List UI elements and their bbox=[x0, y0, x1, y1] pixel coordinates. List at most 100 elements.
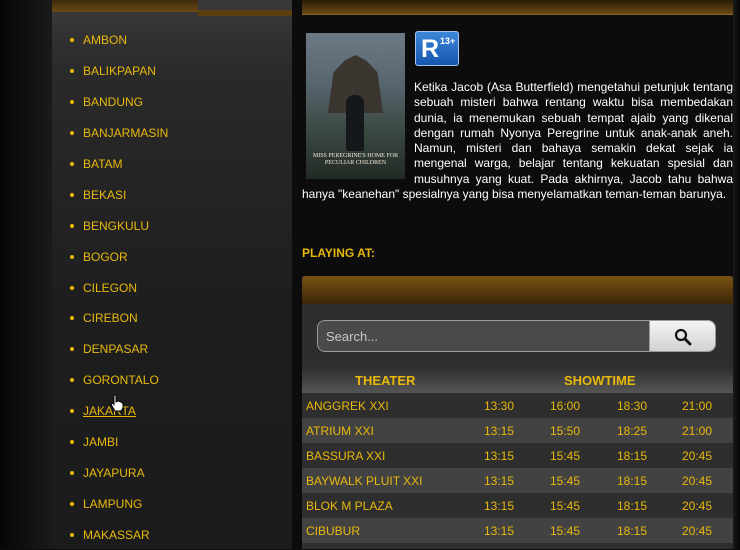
showtime-table: ANGGREK XXI 13:30 16:00 18:30 21:00 ATRIUM XX… bbox=[302, 393, 733, 543]
showtime[interactable]: 15:45 bbox=[550, 449, 580, 463]
city-item-gorontalo[interactable]: GORONTALO bbox=[52, 365, 292, 396]
city-item-bandung[interactable]: BANDUNG bbox=[52, 87, 292, 118]
city-item-ambon[interactable]: AMBON bbox=[52, 25, 292, 56]
city-link[interactable]: JAYAPURA bbox=[83, 466, 145, 480]
city-link[interactable]: CILEGON bbox=[83, 281, 137, 295]
theater-name[interactable]: BAYWALK PLUIT XXI bbox=[306, 474, 422, 488]
city-link[interactable]: JAMBI bbox=[83, 435, 118, 449]
table-row: CIBUBUR 13:15 15:45 18:15 20:45 bbox=[302, 518, 733, 543]
showtime[interactable]: 18:25 bbox=[617, 424, 647, 438]
city-link[interactable]: LAMPUNG bbox=[83, 497, 142, 511]
showtime[interactable]: 18:30 bbox=[617, 399, 647, 413]
movie-synopsis: Ketika Jacob (Asa Butterfield) mengetahu… bbox=[302, 80, 733, 202]
showtime-panel-header bbox=[302, 276, 733, 304]
city-link[interactable]: AMBON bbox=[83, 33, 127, 47]
search-icon bbox=[674, 328, 692, 346]
city-link[interactable]: MAKASSAR bbox=[83, 528, 150, 542]
showtime[interactable]: 13:15 bbox=[484, 474, 514, 488]
city-item-jambi[interactable]: JAMBI bbox=[52, 427, 292, 458]
city-item-jakarta[interactable]: JAKARTA bbox=[52, 394, 292, 427]
rating-badge: R 13+ bbox=[415, 31, 459, 66]
city-link[interactable]: BENGKULU bbox=[83, 219, 149, 233]
city-sidebar: AMBON BALIKPAPAN BANDUNG BANJARMASIN BATAM BE… bbox=[52, 0, 292, 549]
city-link[interactable]: DENPASAR bbox=[83, 342, 148, 356]
bullet-icon bbox=[70, 440, 74, 445]
showtime[interactable]: 20:45 bbox=[682, 499, 712, 513]
showtime[interactable]: 15:45 bbox=[550, 499, 580, 513]
left-background bbox=[0, 0, 52, 549]
showtime[interactable]: 13:15 bbox=[484, 524, 514, 538]
showtime-table-header: THEATER SHOWTIME bbox=[302, 367, 733, 393]
showtime[interactable]: 21:00 bbox=[682, 399, 712, 413]
showtime[interactable]: 18:15 bbox=[617, 449, 647, 463]
city-item-cilegon[interactable]: CILEGON bbox=[52, 272, 292, 303]
right-background bbox=[733, 0, 740, 549]
movie-title-bar bbox=[302, 0, 733, 15]
search-button[interactable] bbox=[649, 321, 715, 351]
city-item-banjarmasin[interactable]: BANJARMASIN bbox=[52, 118, 292, 149]
city-item-batam[interactable]: BATAM bbox=[52, 149, 292, 180]
city-item-makassar[interactable]: MAKASSAR bbox=[52, 519, 292, 550]
table-row: ATRIUM XXI 13:15 15:50 18:25 21:00 bbox=[302, 418, 733, 443]
city-link[interactable]: BOGOR bbox=[83, 250, 128, 264]
theater-name[interactable]: ATRIUM XXI bbox=[306, 424, 374, 438]
rating-letter: R bbox=[421, 35, 440, 63]
bullet-icon bbox=[70, 192, 74, 197]
city-link[interactable]: CIREBON bbox=[83, 311, 138, 325]
bullet-icon bbox=[70, 162, 74, 166]
showtime[interactable]: 15:45 bbox=[550, 474, 580, 488]
city-link[interactable]: BANDUNG bbox=[83, 95, 143, 109]
hand-cursor-icon bbox=[110, 394, 124, 412]
city-link[interactable]: BALIKPAPAN bbox=[83, 64, 156, 78]
showtime[interactable]: 13:15 bbox=[484, 449, 514, 463]
theater-name[interactable]: CIBUBUR bbox=[306, 524, 360, 538]
bullet-icon bbox=[70, 223, 74, 228]
theater-search bbox=[317, 320, 716, 352]
city-item-lampung[interactable]: LAMPUNG bbox=[52, 488, 292, 519]
showtime[interactable]: 18:15 bbox=[617, 499, 647, 513]
city-item-bekasi[interactable]: BEKASI bbox=[52, 179, 292, 210]
showtime[interactable]: 13:15 bbox=[484, 424, 514, 438]
playing-at-label: PLAYING AT: bbox=[302, 246, 375, 260]
showtime[interactable]: 15:45 bbox=[550, 524, 580, 538]
showtime[interactable]: 21:00 bbox=[682, 424, 712, 438]
theater-name[interactable]: ANGGREK XXI bbox=[306, 399, 389, 413]
table-row: BLOK M PLAZA 13:15 15:45 18:15 20:45 bbox=[302, 493, 733, 518]
theater-name[interactable]: BASSURA XXI bbox=[306, 449, 385, 463]
showtime-panel: THEATER SHOWTIME ANGGREK XXI 13:30 16:00 18… bbox=[302, 276, 733, 549]
city-item-balikpapan[interactable]: BALIKPAPAN bbox=[52, 56, 292, 87]
bullet-icon bbox=[70, 316, 74, 321]
city-item-jayapura[interactable]: JAYAPURA bbox=[52, 457, 292, 488]
sidebar-header-bar bbox=[198, 10, 292, 16]
bullet-icon bbox=[70, 131, 74, 136]
showtime[interactable]: 15:50 bbox=[550, 424, 580, 438]
search-input[interactable] bbox=[318, 321, 646, 351]
showtime[interactable]: 20:45 bbox=[682, 474, 712, 488]
table-row: BASSURA XXI 13:15 15:45 18:15 20:45 bbox=[302, 443, 733, 468]
theater-name[interactable]: BLOK M PLAZA bbox=[306, 499, 393, 513]
city-item-bogor[interactable]: BOGOR bbox=[52, 241, 292, 272]
showtime[interactable]: 13:30 bbox=[484, 399, 514, 413]
city-link[interactable]: BEKASI bbox=[83, 188, 126, 202]
theater-column-header: THEATER bbox=[355, 373, 416, 388]
showtime[interactable]: 13:15 bbox=[484, 499, 514, 513]
bullet-icon bbox=[70, 347, 74, 352]
showtime-column-header: SHOWTIME bbox=[564, 373, 636, 388]
city-list: AMBON BALIKPAPAN BANDUNG BANJARMASIN BATAM BE… bbox=[52, 25, 292, 550]
bullet-icon bbox=[70, 470, 74, 475]
bullet-icon bbox=[70, 532, 74, 537]
showtime[interactable]: 20:45 bbox=[682, 449, 712, 463]
city-item-denpasar[interactable]: DENPASAR bbox=[52, 334, 292, 365]
bullet-icon bbox=[70, 100, 74, 105]
city-item-bengkulu[interactable]: BENGKULU bbox=[52, 210, 292, 241]
movie-content: MISS PEREGRINE'S HOME FOR PECULIAR CHILD… bbox=[302, 0, 733, 549]
bullet-icon bbox=[70, 501, 74, 506]
city-link[interactable]: GORONTALO bbox=[83, 373, 159, 387]
city-link[interactable]: BANJARMASIN bbox=[83, 126, 168, 140]
showtime[interactable]: 20:45 bbox=[682, 524, 712, 538]
city-link[interactable]: BATAM bbox=[83, 157, 123, 171]
showtime[interactable]: 18:15 bbox=[617, 474, 647, 488]
showtime[interactable]: 16:00 bbox=[550, 399, 580, 413]
city-item-cirebon[interactable]: CIREBON bbox=[52, 303, 292, 334]
showtime[interactable]: 18:15 bbox=[617, 524, 647, 538]
